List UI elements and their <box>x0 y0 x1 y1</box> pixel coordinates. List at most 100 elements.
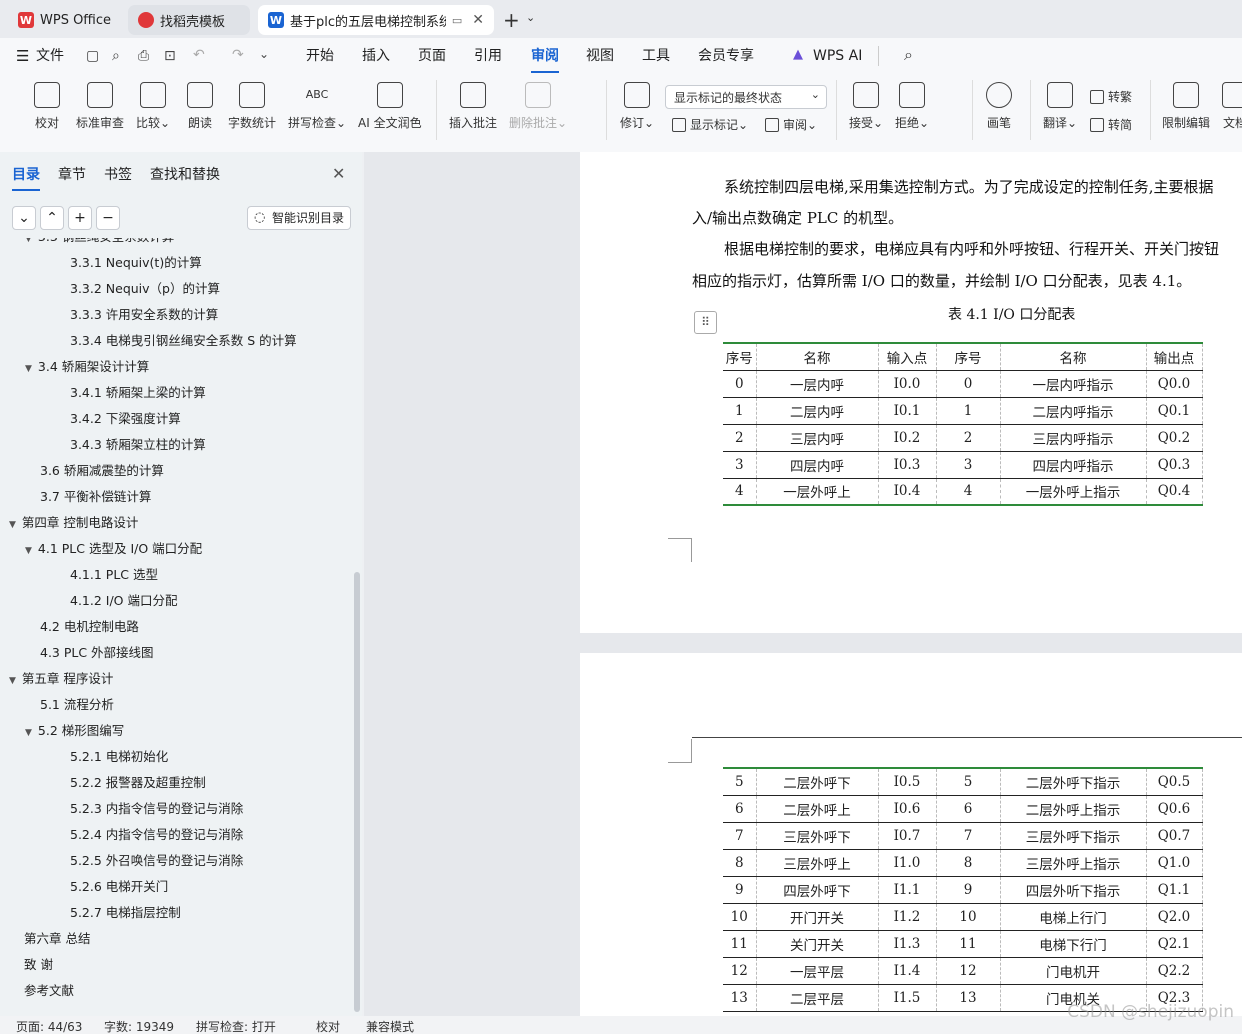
show-markup-button[interactable]: 显示标记 ⌄ <box>672 116 748 133</box>
toc-item[interactable]: 4.1.1 PLC 选型 <box>70 564 158 586</box>
remove-heading-button[interactable]: − <box>96 206 120 230</box>
reject-button[interactable]: 拒绝⌄ <box>895 82 929 131</box>
table-cell[interactable]: 二层内呼 <box>756 397 879 425</box>
toc-item[interactable]: 5.2.4 内指令信号的登记与消除 <box>70 824 243 846</box>
toc-item[interactable]: 3.4.1 轿厢架上梁的计算 <box>70 382 206 404</box>
table-cell[interactable]: 电梯下行门 <box>1000 930 1147 958</box>
table-cell[interactable]: 3 <box>936 451 1001 479</box>
accept-button[interactable]: 接受⌄ <box>849 82 883 131</box>
table-cell[interactable]: I1.3 <box>878 930 937 958</box>
toc-item[interactable]: 3.4.2 下梁强度计算 <box>70 408 181 430</box>
pen-button[interactable]: 画笔 <box>986 82 1012 131</box>
toc-item[interactable]: 5.2.6 电梯开关门 <box>70 876 168 898</box>
table-cell[interactable]: 三层内呼 <box>756 424 879 452</box>
table-cell[interactable]: Q0.6 <box>1146 795 1203 823</box>
table-cell[interactable]: Q2.1 <box>1146 930 1203 958</box>
menu-vip[interactable]: 会员专享 <box>698 46 754 66</box>
table-cell[interactable]: 四层内呼指示 <box>1000 451 1147 479</box>
toc-item[interactable]: 4.1.2 I/O 端口分配 <box>70 590 178 612</box>
restrict-edit-button[interactable]: 限制编辑 <box>1162 82 1210 131</box>
table-cell[interactable]: 11 <box>723 930 757 958</box>
toc-item[interactable]: 第六章 总结 <box>24 928 90 950</box>
add-heading-button[interactable]: + <box>68 206 92 230</box>
tab-find-replace[interactable]: 查找和替换 <box>150 164 220 184</box>
more-chevron-icon[interactable]: ⌄ <box>259 47 269 61</box>
table-cell[interactable]: I0.2 <box>878 424 937 452</box>
menu-references[interactable]: 引用 <box>474 46 502 66</box>
toc-item[interactable]: 5.1 流程分析 <box>40 694 114 716</box>
close-icon[interactable]: ✕ <box>472 12 484 28</box>
table-cell[interactable]: 开门开关 <box>756 903 879 931</box>
table-cell[interactable]: 三层外呼下指示 <box>1000 822 1147 850</box>
table-cell[interactable]: Q2.0 <box>1146 903 1203 931</box>
table-cell[interactable]: 电梯上行门 <box>1000 903 1147 931</box>
proofread-status[interactable]: 校对 <box>316 1018 340 1034</box>
table-cell[interactable]: I0.3 <box>878 451 937 479</box>
table-cell[interactable]: 一层外呼上 <box>756 478 879 506</box>
table-cell[interactable]: 4 <box>936 478 1001 506</box>
expand-up-button[interactable]: ⌃ <box>40 206 64 230</box>
menu-wps-ai[interactable]: WPS AI <box>813 46 862 66</box>
toc-item[interactable]: 4.3 PLC 外部接线图 <box>40 642 154 664</box>
table-cell[interactable]: 11 <box>936 930 1001 958</box>
toc-item[interactable]: ▼ 3.4 轿厢架设计计算 <box>25 356 149 378</box>
toc-item[interactable]: 5.2.1 电梯初始化 <box>70 746 168 768</box>
table-cell[interactable]: 一层内呼指示 <box>1000 370 1147 398</box>
toc-item[interactable]: ▼ 5.2 梯形图编写 <box>25 720 124 742</box>
table-cell[interactable]: Q1.1 <box>1146 876 1203 904</box>
table-cell[interactable]: I0.1 <box>878 397 937 425</box>
markup-state-select[interactable]: 显示标记的最终状态 ⌄ <box>665 85 827 109</box>
table-cell[interactable]: 一层平层 <box>756 957 879 985</box>
table-cell[interactable]: 9 <box>936 876 1001 904</box>
table-cell[interactable]: Q0.2 <box>1146 424 1203 452</box>
toc-item[interactable]: ▼ 第五章 程序设计 <box>9 668 113 690</box>
expand-triangle-icon[interactable]: ▼ <box>25 546 32 556</box>
toc-item[interactable]: 3.3.1 Nequiv(t)的计算 <box>70 252 202 274</box>
to-traditional-button[interactable]: 转繁 <box>1090 88 1132 105</box>
table-cell[interactable]: Q1.0 <box>1146 849 1203 877</box>
monitor-icon[interactable]: ▭ <box>452 14 462 27</box>
collapse-all-button[interactable]: ⌄ <box>12 206 36 230</box>
table-cell[interactable]: 10 <box>936 903 1001 931</box>
table-cell[interactable]: 5 <box>723 768 757 796</box>
menu-view[interactable]: 视图 <box>586 46 614 66</box>
tab-document[interactable]: W 基于plc的五层电梯控制系统设 ▭ ✕ <box>258 5 494 35</box>
table-cell[interactable]: Q0.3 <box>1146 451 1203 479</box>
delete-comment-button[interactable]: 删除批注⌄ <box>509 82 567 131</box>
table-cell[interactable]: 7 <box>936 822 1001 850</box>
print-icon[interactable]: ⎙ <box>138 48 149 64</box>
toc-item[interactable]: ▼ 4.1 PLC 选型及 I/O 端口分配 <box>25 538 202 560</box>
table-cell[interactable]: 4 <box>723 478 757 506</box>
table-cell[interactable]: Q0.7 <box>1146 822 1203 850</box>
table-cell[interactable]: Q0.5 <box>1146 768 1203 796</box>
table-move-handle[interactable]: ⠿ <box>694 311 717 334</box>
toc-item[interactable]: 致 谢 <box>24 954 53 976</box>
scrollbar[interactable] <box>354 572 360 1012</box>
tab-chapters[interactable]: 章节 <box>58 164 86 184</box>
undo-icon[interactable]: ↶ <box>193 47 205 63</box>
table-cell[interactable]: 5 <box>936 768 1001 796</box>
table-cell[interactable]: I1.4 <box>878 957 937 985</box>
table-cell[interactable]: 三层外呼上 <box>756 849 879 877</box>
expand-triangle-icon[interactable]: ▼ <box>25 238 32 244</box>
table-cell[interactable]: 9 <box>723 876 757 904</box>
table-cell[interactable]: 8 <box>723 849 757 877</box>
search-icon[interactable]: ⌕ <box>904 45 913 65</box>
table-cell[interactable]: 13 <box>936 984 1001 1012</box>
table-cell[interactable]: 三层外呼上指示 <box>1000 849 1147 877</box>
table-cell[interactable]: 6 <box>723 795 757 823</box>
table-cell[interactable]: 四层外呼下 <box>756 876 879 904</box>
table-cell[interactable]: 关门开关 <box>756 930 879 958</box>
new-tab-icon[interactable]: + <box>503 8 520 32</box>
table-cell[interactable]: 二层内呼指示 <box>1000 397 1147 425</box>
word-count-button[interactable]: 字数统计 <box>228 82 276 131</box>
table-cell[interactable]: Q2.2 <box>1146 957 1203 985</box>
table-cell[interactable]: 3 <box>723 451 757 479</box>
table-cell[interactable]: 1 <box>723 397 757 425</box>
toc-item[interactable]: ▼ 3.3 钢丝绳安全系数计算 <box>25 238 174 248</box>
table-cell[interactable]: 一层外呼上指示 <box>1000 478 1147 506</box>
table-cell[interactable]: I1.5 <box>878 984 937 1012</box>
to-simplified-button[interactable]: 转简 <box>1090 116 1132 133</box>
revise-button[interactable]: 修订⌄ <box>620 82 654 131</box>
table-cell[interactable]: I1.0 <box>878 849 937 877</box>
